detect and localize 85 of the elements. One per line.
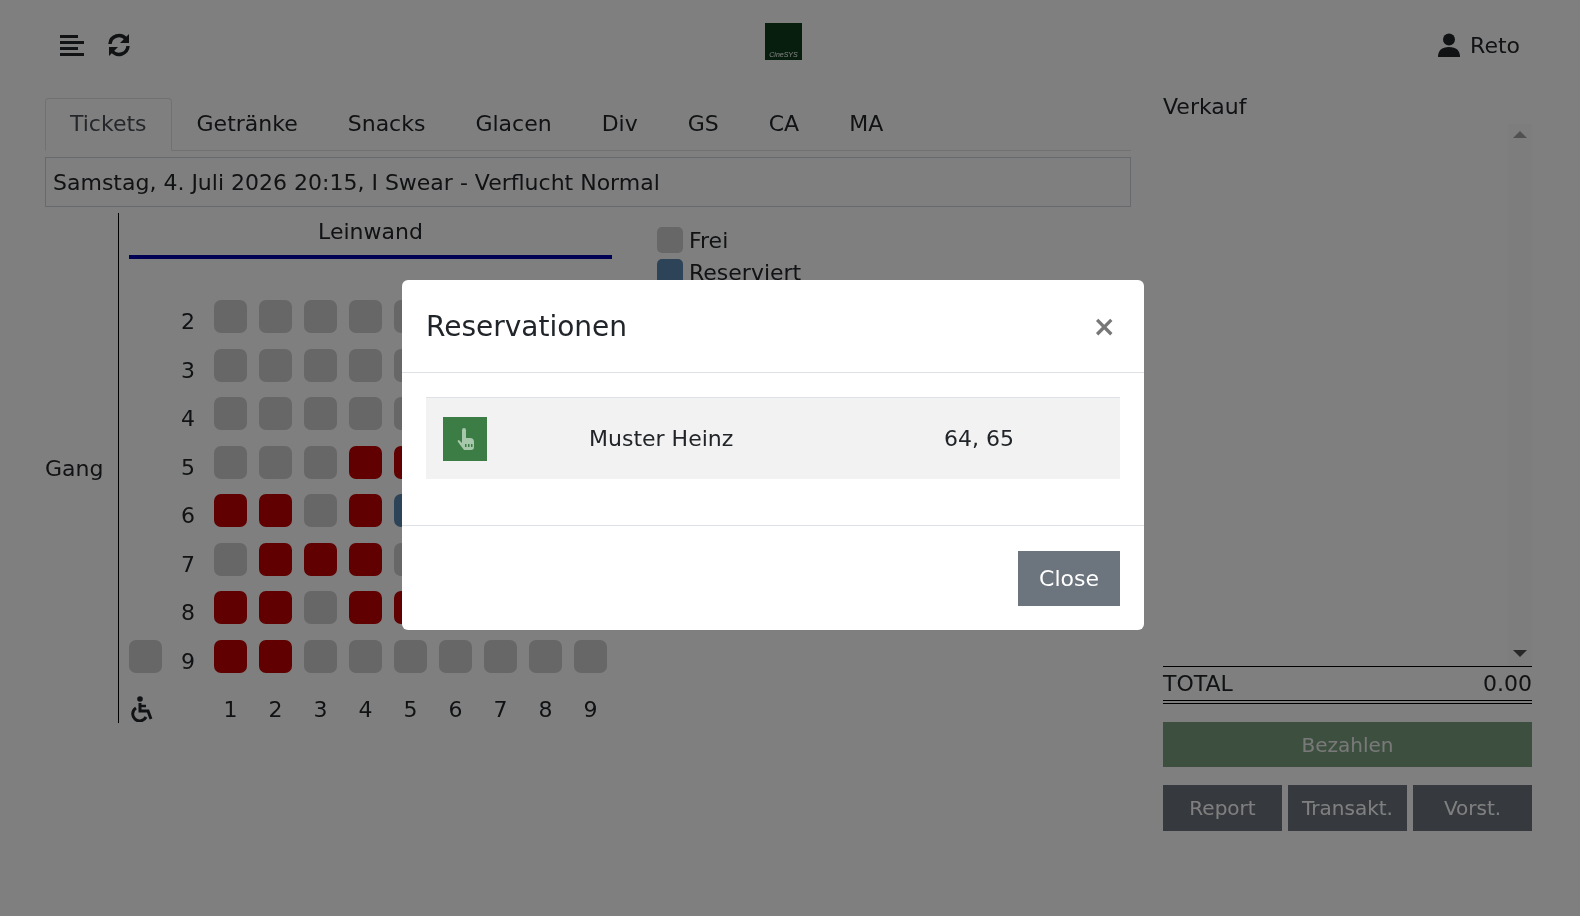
- seat[interactable]: [304, 348, 337, 382]
- menu-icon[interactable]: [60, 34, 84, 56]
- column-number: 3: [312, 696, 329, 722]
- tab[interactable]: GS: [662, 98, 744, 151]
- seat[interactable]: [259, 639, 292, 673]
- seat[interactable]: [214, 397, 247, 430]
- screen-label: Leinwand: [129, 213, 612, 259]
- hand-pointer-icon[interactable]: [443, 416, 487, 461]
- seat[interactable]: [259, 348, 292, 382]
- seat[interactable]: [304, 300, 337, 333]
- row-number: 9: [180, 648, 196, 674]
- seat[interactable]: [349, 639, 382, 673]
- seat[interactable]: [394, 639, 427, 673]
- column-number: 5: [402, 696, 419, 722]
- seat[interactable]: [259, 300, 292, 333]
- seat[interactable]: [304, 397, 337, 430]
- column-number: 6: [447, 696, 464, 722]
- seat[interactable]: [129, 639, 162, 673]
- row-number: 3: [180, 357, 196, 383]
- refresh-icon[interactable]: [106, 32, 132, 58]
- seat[interactable]: [349, 348, 382, 382]
- seat[interactable]: [259, 445, 292, 479]
- tab[interactable]: Tickets: [45, 98, 172, 151]
- action-button[interactable]: Vorst.: [1413, 785, 1532, 831]
- panel-title: Verkauf: [1163, 94, 1248, 121]
- seat[interactable]: [484, 639, 517, 673]
- seat[interactable]: [214, 542, 247, 576]
- tab[interactable]: Snacks: [322, 98, 451, 151]
- seat[interactable]: [349, 542, 382, 576]
- legend-label: Frei: [689, 227, 729, 253]
- tab[interactable]: MA: [824, 98, 909, 151]
- show-field[interactable]: Samstag, 4. Juli 2026 20:15, I Swear - Verflucht Normal: [45, 157, 1131, 207]
- legend-label: Reserviert: [689, 259, 802, 285]
- tab[interactable]: Glacen: [450, 98, 577, 151]
- row-number: 6: [180, 503, 196, 528]
- tab[interactable]: Div: [576, 98, 663, 151]
- column-number: 9: [582, 696, 599, 722]
- seat[interactable]: [259, 494, 292, 527]
- seat[interactable]: [214, 445, 247, 479]
- row-number: 8: [180, 600, 196, 625]
- column-number: 8: [537, 696, 554, 722]
- seat[interactable]: [214, 591, 247, 624]
- seat[interactable]: [304, 591, 337, 624]
- action-button[interactable]: Report: [1163, 785, 1282, 831]
- seat[interactable]: [214, 494, 247, 527]
- close-button[interactable]: Close: [1018, 550, 1120, 606]
- row-number: 4: [180, 406, 196, 431]
- user-icon: [1438, 33, 1461, 57]
- row-number: 5: [180, 454, 196, 480]
- seat[interactable]: [304, 542, 337, 576]
- aisle-label: Gang: [45, 455, 104, 481]
- seat[interactable]: [304, 494, 337, 527]
- row-number: 2: [180, 309, 196, 334]
- seat[interactable]: [349, 591, 382, 624]
- dialog-title: Reservationen: [426, 309, 628, 343]
- seat[interactable]: [349, 494, 382, 527]
- seat[interactable]: [214, 639, 247, 673]
- seat[interactable]: [259, 397, 292, 430]
- reservation-row[interactable]: Muster Heinz 64, 65: [426, 397, 1120, 479]
- column-number: 1: [222, 696, 239, 722]
- seat[interactable]: [304, 445, 337, 479]
- seat[interactable]: [304, 639, 337, 673]
- column-number: 7: [492, 696, 509, 722]
- reservation-seats: 64, 65: [944, 426, 1014, 451]
- reservation-name: Muster Heinz: [589, 426, 735, 451]
- seat[interactable]: [259, 591, 292, 624]
- seat[interactable]: [214, 300, 247, 333]
- action-button[interactable]: Transakt.: [1288, 785, 1407, 831]
- column-number: 2: [267, 696, 284, 722]
- seat[interactable]: [259, 542, 292, 576]
- seat[interactable]: [349, 445, 382, 479]
- user-name[interactable]: Reto: [1470, 32, 1520, 58]
- total-label: TOTAL: [1163, 671, 1233, 696]
- total-value: 0.00: [1483, 671, 1532, 696]
- row-number: 7: [180, 551, 196, 577]
- seat[interactable]: [529, 639, 562, 673]
- wheelchair-icon: [129, 696, 155, 722]
- tab[interactable]: CA: [743, 98, 825, 151]
- seat[interactable]: [439, 639, 472, 673]
- seat[interactable]: [349, 300, 382, 333]
- tab[interactable]: Getränke: [171, 98, 323, 151]
- column-number: 4: [357, 696, 374, 722]
- seat[interactable]: [349, 397, 382, 430]
- seat[interactable]: [214, 348, 247, 382]
- seat[interactable]: [574, 639, 607, 673]
